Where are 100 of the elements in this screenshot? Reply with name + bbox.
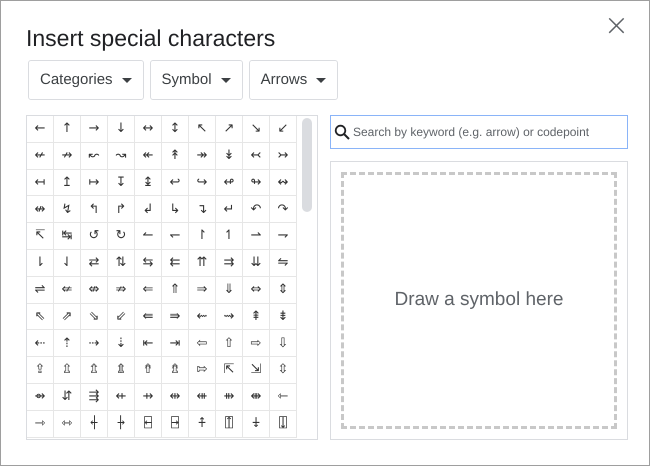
character-cell[interactable]: ↡ — [216, 142, 243, 170]
character-cell[interactable]: ↓ — [108, 116, 135, 143]
character-cell[interactable]: ⍇ — [135, 410, 162, 438]
character-cell[interactable]: ↲ — [135, 196, 162, 224]
character-cell[interactable]: ⍆ — [108, 410, 135, 438]
character-cell[interactable]: ↚ — [27, 142, 54, 170]
character-cell[interactable]: ⇫ — [54, 357, 81, 384]
character-cell[interactable]: ↥ — [54, 170, 81, 196]
character-cell[interactable]: ↳ — [162, 196, 189, 224]
character-cell[interactable]: ⇵ — [54, 384, 81, 411]
character-cell[interactable]: ↙ — [270, 116, 297, 143]
character-cell[interactable]: ← — [27, 116, 54, 143]
character-cell[interactable]: ↘ — [243, 116, 270, 143]
character-cell[interactable]: ⇼ — [243, 384, 270, 411]
character-cell[interactable]: ⇊ — [243, 250, 270, 277]
character-cell[interactable]: ⇋ — [270, 250, 297, 277]
character-cell[interactable]: ⍈ — [162, 410, 189, 438]
character-cell[interactable]: ↖ — [189, 116, 216, 143]
character-cell[interactable]: ⇏ — [108, 276, 135, 304]
character-cell[interactable]: ⍅ — [81, 410, 108, 438]
character-cell[interactable]: ⇽ — [270, 384, 297, 411]
character-cell[interactable]: ↽ — [162, 223, 189, 250]
character-cell[interactable]: ↜ — [81, 142, 108, 170]
character-cell[interactable]: ⇮ — [135, 357, 162, 384]
character-cell[interactable]: ↑ — [54, 116, 81, 143]
character-cell[interactable]: ↢ — [243, 142, 270, 170]
character-cell[interactable]: ⇁ — [270, 223, 297, 250]
character-cell[interactable]: ⇥ — [162, 330, 189, 358]
character-cell[interactable]: ⇩ — [270, 330, 297, 358]
dropdown-button[interactable]: Arrows — [248, 60, 338, 100]
character-cell[interactable]: ↾ — [189, 223, 216, 250]
character-cell[interactable]: ⇑ — [162, 276, 189, 304]
character-cell[interactable]: ↣ — [270, 142, 297, 170]
character-cell[interactable]: ↷ — [270, 196, 297, 224]
character-cell[interactable]: ⇙ — [108, 304, 135, 330]
character-cell[interactable]: ↩ — [162, 170, 189, 196]
character-cell[interactable]: ⇦ — [189, 330, 216, 358]
character-cell[interactable]: ↨ — [135, 170, 162, 196]
character-cell[interactable]: ⍖ — [243, 410, 270, 438]
character-cell[interactable]: ⇺ — [189, 384, 216, 411]
character-cell[interactable]: ⇭ — [108, 357, 135, 384]
character-cell[interactable]: ↧ — [108, 170, 135, 196]
dropdown-button[interactable]: Categories — [28, 60, 144, 100]
character-cell[interactable]: ⇓ — [216, 276, 243, 304]
character-cell[interactable]: ⇣ — [108, 330, 135, 358]
character-cell[interactable]: ⇉ — [216, 250, 243, 277]
character-cell[interactable]: ↔ — [135, 116, 162, 143]
character-cell[interactable]: ↤ — [27, 170, 54, 196]
character-cell[interactable]: ⇟ — [270, 304, 297, 330]
character-cell[interactable]: ↮ — [27, 196, 54, 224]
character-cell[interactable]: ↟ — [162, 142, 189, 170]
character-cell[interactable]: ⇲ — [243, 357, 270, 384]
character-cell[interactable]: ⇝ — [216, 304, 243, 330]
character-cell[interactable]: ↼ — [135, 223, 162, 250]
character-cell[interactable]: ↭ — [270, 170, 297, 196]
character-cell[interactable]: ⇄ — [81, 250, 108, 277]
character-cell[interactable]: ⇤ — [135, 330, 162, 358]
character-cell[interactable]: ⇪ — [27, 357, 54, 384]
character-cell[interactable]: ⇍ — [54, 276, 81, 304]
character-cell[interactable]: ⇹ — [162, 384, 189, 411]
character-cell[interactable]: ⇒ — [189, 276, 216, 304]
character-cell[interactable]: ⇱ — [216, 357, 243, 384]
character-cell[interactable]: ⇧ — [216, 330, 243, 358]
character-cell[interactable]: ↰ — [81, 196, 108, 224]
character-cell[interactable]: ⇇ — [162, 250, 189, 277]
character-cell[interactable]: ⇎ — [81, 276, 108, 304]
character-cell[interactable]: ⇬ — [81, 357, 108, 384]
character-cell[interactable]: ⇔ — [243, 276, 270, 304]
drawing-area[interactable]: Draw a symbol here — [341, 172, 617, 429]
character-cell[interactable]: ⇰ — [189, 357, 216, 384]
character-cell[interactable]: ⇸ — [135, 384, 162, 411]
character-cell[interactable]: ↛ — [54, 142, 81, 170]
character-cell[interactable]: ⇕ — [270, 276, 297, 304]
character-cell[interactable]: ↞ — [135, 142, 162, 170]
character-cell[interactable]: ↿ — [216, 223, 243, 250]
character-cell[interactable]: ⇞ — [243, 304, 270, 330]
character-cell[interactable]: ⇻ — [216, 384, 243, 411]
character-cell[interactable]: ↺ — [81, 223, 108, 250]
search-field[interactable]: Search by keyword (e.g. arrow) or codepoint — [330, 115, 628, 149]
character-cell[interactable]: ↹ — [54, 223, 81, 250]
character-cell[interactable]: ↵ — [216, 196, 243, 224]
character-cell[interactable]: ↠ — [189, 142, 216, 170]
character-cell[interactable]: ⍐ — [216, 410, 243, 438]
character-cell[interactable]: ⇳ — [270, 357, 297, 384]
character-cell[interactable]: ⇯ — [162, 357, 189, 384]
character-cell[interactable]: ⇶ — [81, 384, 108, 411]
character-cell[interactable]: ⇐ — [135, 276, 162, 304]
character-cell[interactable]: ⇗ — [54, 304, 81, 330]
character-cell[interactable]: ⇀ — [243, 223, 270, 250]
character-cell[interactable]: ⇆ — [135, 250, 162, 277]
character-cell[interactable]: ⍗ — [270, 410, 297, 438]
character-cell[interactable]: ⇈ — [189, 250, 216, 277]
character-cell[interactable]: ↦ — [81, 170, 108, 196]
character-cell[interactable]: ↫ — [216, 170, 243, 196]
character-cell[interactable]: ⇡ — [54, 330, 81, 358]
character-cell[interactable]: ⇃ — [54, 250, 81, 277]
character-cell[interactable]: ⇛ — [162, 304, 189, 330]
character-cell[interactable]: ↴ — [189, 196, 216, 224]
character-cell[interactable]: ↶ — [243, 196, 270, 224]
character-cell[interactable]: ↝ — [108, 142, 135, 170]
